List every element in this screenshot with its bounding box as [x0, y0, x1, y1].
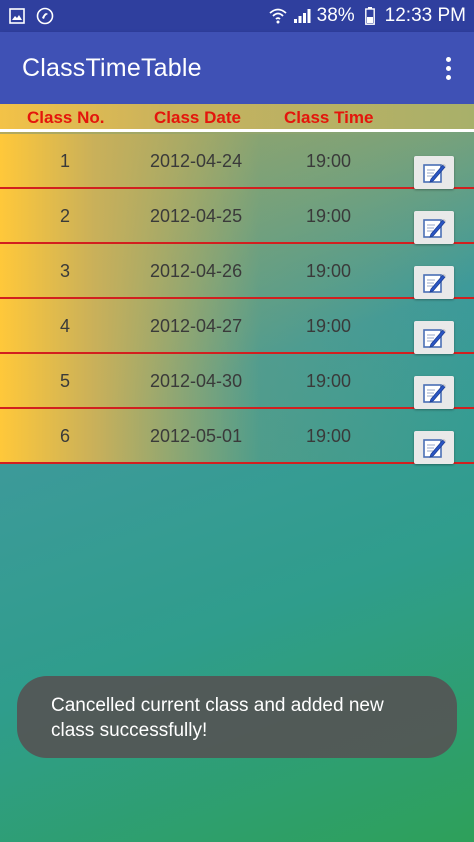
class-date: 2012-04-30	[150, 371, 243, 391]
table-row: 5 2012-04-30 19:00	[0, 354, 474, 409]
class-time: 19:00	[306, 316, 352, 336]
class-time: 19:00	[306, 206, 352, 226]
edit-icon	[423, 163, 446, 183]
clock: 12:33 PM	[384, 5, 466, 26]
table-row: 2 2012-04-25 19:00	[0, 189, 474, 244]
class-number: 5	[60, 371, 71, 391]
more-vertical-icon[interactable]	[438, 50, 458, 86]
class-number: 4	[60, 316, 71, 336]
edit-icon	[423, 383, 446, 403]
class-number: 6	[60, 426, 71, 446]
table-row: 4 2012-04-27 19:00	[0, 299, 474, 354]
class-number: 1	[60, 151, 71, 171]
table-row: 1 2012-04-24 19:00	[0, 134, 474, 189]
status-right: 38% 12:33 PM	[269, 5, 466, 27]
class-date: 2012-04-27	[150, 316, 243, 336]
battery-icon	[361, 7, 379, 25]
battery-percent: 38%	[316, 5, 355, 26]
header-class-date: Class Date	[154, 108, 241, 127]
class-time: 19:00	[306, 371, 352, 391]
class-date: 2012-04-25	[150, 206, 243, 226]
table-header: Class No. Class Date Class Time	[0, 104, 474, 132]
signal-icon	[293, 7, 311, 25]
table-row: 3 2012-04-26 19:00	[0, 244, 474, 299]
table-row: 6 2012-05-01 19:00	[0, 409, 474, 464]
edit-button[interactable]	[414, 156, 454, 189]
app-title: ClassTimeTable	[22, 53, 202, 82]
edit-icon	[423, 218, 446, 238]
header-class-time: Class Time	[284, 108, 374, 127]
class-date: 2012-04-24	[150, 151, 243, 171]
edit-button[interactable]	[414, 376, 454, 409]
edit-icon	[423, 328, 446, 348]
image-icon	[8, 7, 26, 25]
edit-button[interactable]	[414, 266, 454, 299]
class-time: 19:00	[306, 261, 352, 281]
edit-button[interactable]	[414, 431, 454, 464]
class-date: 2012-04-26	[150, 261, 243, 281]
class-number: 2	[60, 206, 71, 226]
app-bar: ClassTimeTable	[0, 32, 474, 104]
edit-button[interactable]	[414, 211, 454, 244]
toast-message: Cancelled current class and added new cl…	[17, 676, 457, 758]
class-list: 1 2012-04-24 19:00 2 2012-04-25 19:00 3 …	[0, 134, 474, 464]
class-time: 19:00	[306, 426, 352, 446]
wifi-icon	[269, 7, 287, 25]
status-bar: 38% 12:33 PM	[0, 0, 474, 32]
header-class-no: Class No.	[27, 108, 105, 127]
notification-app-icon	[36, 7, 54, 25]
class-time: 19:00	[306, 151, 352, 171]
edit-icon	[423, 438, 446, 458]
edit-icon	[423, 273, 446, 293]
edit-button[interactable]	[414, 321, 454, 354]
status-left	[8, 7, 54, 25]
class-number: 3	[60, 261, 71, 281]
class-date: 2012-05-01	[150, 426, 243, 446]
